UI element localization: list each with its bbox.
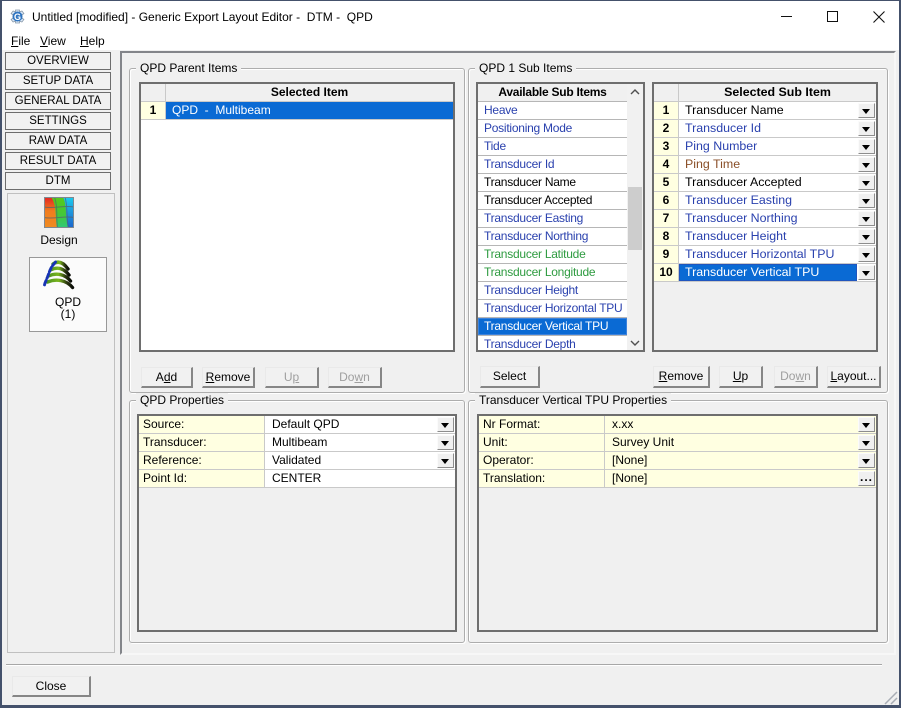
svg-text:G: G — [14, 12, 21, 22]
